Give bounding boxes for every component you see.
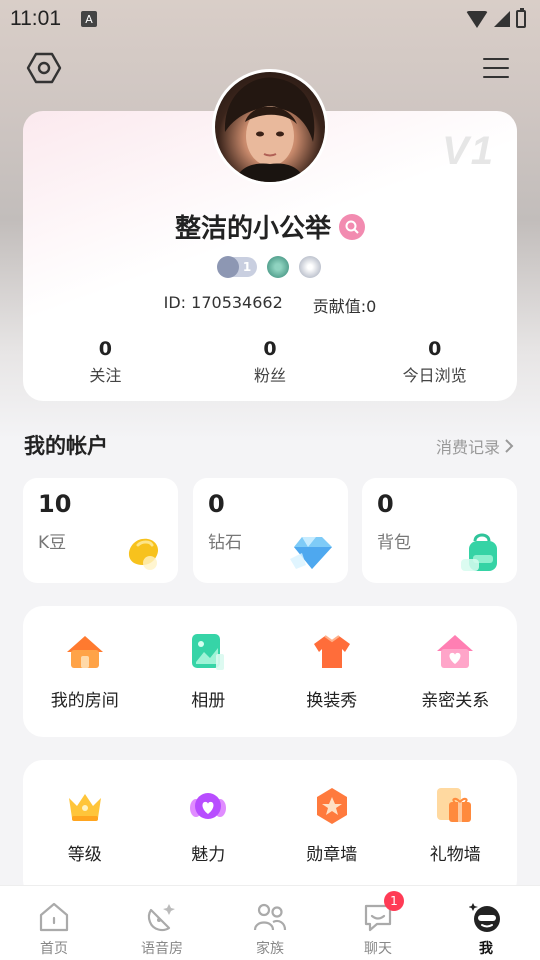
diamond-icon [290,537,332,569]
asset-value: 10 [38,490,72,518]
tab-label: 语音房 [141,941,183,957]
level-badge-icon [216,256,239,278]
asset-card-diamond[interactable]: 0 钻石 [193,478,348,583]
heart-house-icon [437,635,474,668]
nickname: 整洁的小公举 [174,214,331,244]
female-gender-icon [339,213,365,240]
contribution-value: 贡献值:0 [312,297,377,316]
shirt-icon [313,635,350,668]
status-indicators [466,8,526,28]
charm-icon [190,793,227,819]
feature-label: 相册 [191,691,226,711]
tab-label: 首页 [40,941,68,957]
feature-label: 礼物墙 [429,845,481,865]
stat-today-views[interactable]: 0 今日浏览 [352,338,517,386]
feature-grid-2: 等级 魅力 勋章墙 礼物墙 [23,760,517,900]
feature-charm[interactable]: 魅力 [147,760,271,900]
bean-icon [128,538,159,570]
feature-label: 亲密关系 [421,691,490,711]
stat-value: 0 [98,338,112,360]
feature-gift-wall[interactable]: 礼物墙 [394,760,518,900]
signal-icon [494,11,510,27]
account-section-title: 我的帐户 [24,434,108,458]
feature-grid-1: 我的房间 相册 换装秀 亲密关系 [23,606,517,737]
backpack-icon [461,533,497,571]
feature-label: 换装秀 [306,691,358,711]
tab-label: 家族 [256,941,284,957]
hamburger-icon [483,58,509,78]
tab-me[interactable]: 我 [432,886,540,960]
green-emblem-icon[interactable] [267,256,290,278]
consumption-records-link[interactable]: 消费记录 [436,434,514,458]
feature-label: 勋章墙 [306,845,358,865]
battery-icon [516,8,526,28]
feature-my-room[interactable]: 我的房间 [23,606,147,737]
feature-label: 我的房间 [50,691,119,711]
me-icon [469,903,500,932]
tab-label: 聊天 [364,941,392,957]
feature-label: 魅力 [191,845,226,865]
avatar-portrait-icon [224,77,315,182]
stat-value: 0 [263,338,277,360]
id-line: ID: 170534662 贡献值:0 [0,293,540,317]
medal-icon [316,788,347,824]
family-icon [253,903,287,931]
feature-level[interactable]: 等级 [23,760,147,900]
avatar[interactable] [212,69,328,185]
feature-label: 等级 [67,845,102,865]
settings-button[interactable] [24,48,64,88]
silver-emblem-icon[interactable] [299,256,322,278]
chat-unread-badge: 1 [384,891,404,911]
crown-icon [68,794,101,821]
stat-label: 关注 [89,366,122,385]
bottom-tab-bar: 首页 语音房 家族 聊天 我 [0,885,540,960]
asset-value: 0 [377,490,394,518]
profile-stats: 0 关注 0 粉丝 0 今日浏览 [23,338,517,386]
stat-label: 今日浏览 [402,366,467,385]
asset-label: K豆 [38,533,67,553]
asset-card-backpack[interactable]: 0 背包 [362,478,517,583]
house-icon [66,636,103,668]
status-time: 11:01 [10,7,61,30]
tab-home[interactable]: 首页 [0,886,108,960]
gift-icon [437,788,472,822]
feature-intimacy[interactable]: 亲密关系 [394,606,518,737]
feature-dress-up[interactable]: 换装秀 [270,606,394,737]
home-icon [39,902,69,932]
profile-nickname-row: 整洁的小公举 [0,208,540,245]
badge-row: 1 [0,256,540,278]
user-id: ID: 170534662 [163,293,283,312]
consumption-records-label: 消费记录 [435,438,500,457]
feature-album[interactable]: 相册 [147,606,271,737]
asset-value: 0 [208,490,225,518]
vip-level-mark: V1 [442,129,495,173]
level-badge-value: 1 [242,260,252,274]
tab-chat[interactable]: 聊天 [324,886,432,960]
tab-voice-room[interactable]: 语音房 [108,886,216,960]
tab-family[interactable]: 家族 [216,886,324,960]
stat-following[interactable]: 0 关注 [23,338,188,386]
stat-fans[interactable]: 0 粉丝 [188,338,353,386]
asset-card-kbean[interactable]: 10 K豆 [23,478,178,583]
wifi-icon [466,10,488,28]
status-bar: 11:01 A [0,0,540,38]
album-icon [192,634,225,670]
stat-label: 粉丝 [254,366,287,385]
stat-value: 0 [428,338,442,360]
feature-medal-wall[interactable]: 勋章墙 [270,760,394,900]
chevron-right-icon [505,439,514,453]
asset-label: 背包 [377,533,411,553]
voice-room-icon [147,904,175,932]
tab-label: 我 [479,941,493,957]
level-badge[interactable]: 1 [216,256,258,278]
menu-button[interactable] [476,48,516,88]
settings-hexagon-icon [26,52,62,84]
asset-label: 钻石 [208,533,242,553]
notification-icon: A [81,11,97,27]
